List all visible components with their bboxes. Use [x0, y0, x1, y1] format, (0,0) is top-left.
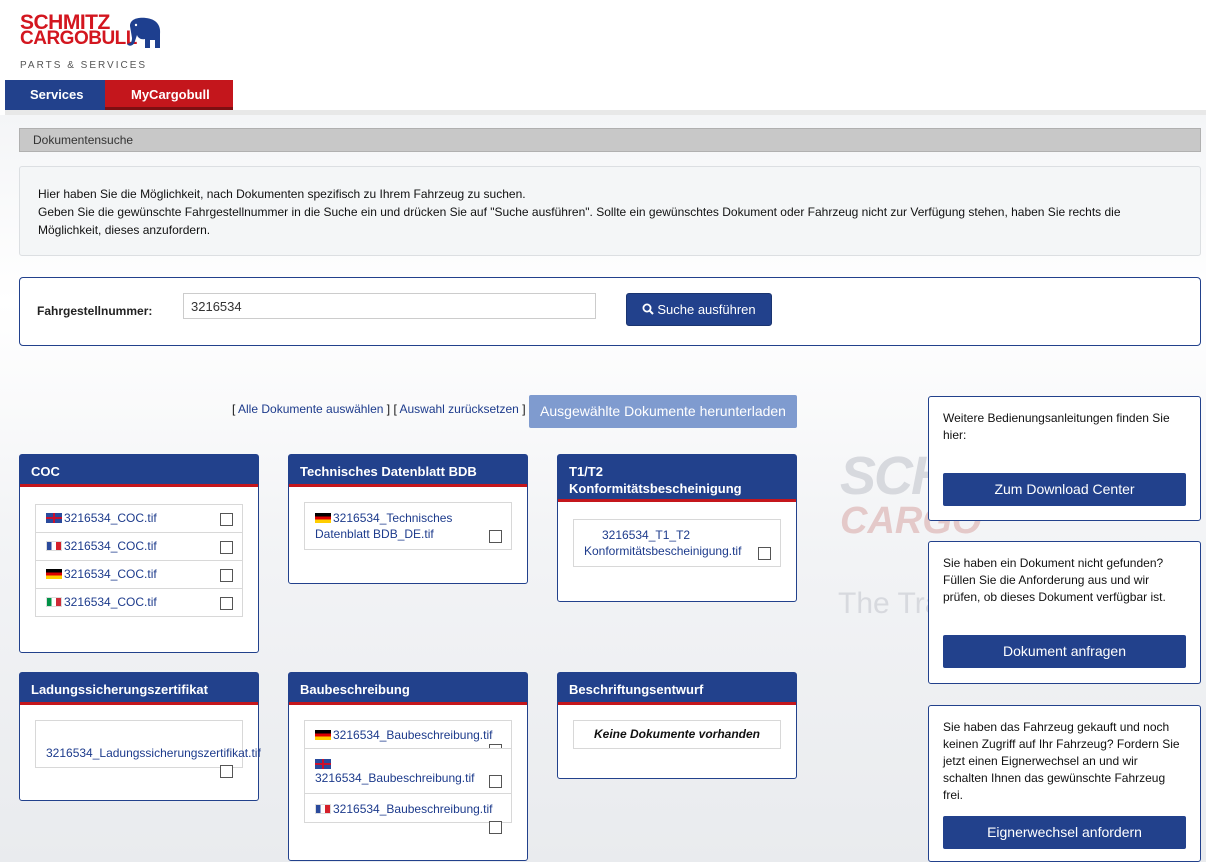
card-title-bdb: Technisches Datenblatt BDB [289, 455, 527, 487]
card-coc: COC 3216534_COC.tif 3216534_COC.tif 3216… [19, 454, 259, 653]
document-item[interactable]: 3216534_Technisches Datenblatt BDB_DE.ti… [304, 502, 512, 550]
document-checkbox[interactable] [220, 765, 233, 778]
nav-tab-mycargobull[interactable]: MyCargobull [105, 80, 233, 110]
document-link[interactable]: 3216534_Baubeschreibung.tif [333, 728, 492, 742]
selection-links: [ Alle Dokumente auswählen ] [ Auswahl z… [232, 402, 526, 416]
card-title-besch: Beschriftungsentwurf [558, 673, 796, 705]
document-checkbox[interactable] [489, 775, 502, 788]
card-title-t1t2-line2: Konformitätsbescheinigung [569, 481, 742, 496]
document-link-line2[interactable]: Konformitätsbescheinigung.tif [584, 544, 741, 558]
empty-message: Keine Dokumente vorhanden [573, 720, 781, 749]
card-title-coc: COC [20, 455, 258, 487]
uk-flag-icon [315, 759, 331, 769]
document-link[interactable]: 3216534_COC.tif [64, 539, 157, 553]
panel-title: Dokumentensuche [19, 128, 1201, 152]
request-document-button[interactable]: Dokument anfragen [943, 635, 1186, 668]
document-item[interactable]: 3216534_COC.tif [35, 560, 243, 589]
download-center-text: Weitere Bedienungsanleitungen finden Sie… [943, 411, 1170, 442]
elephant-icon [127, 17, 161, 48]
owner-change-button[interactable]: Eignerwechsel anfordern [943, 816, 1186, 849]
owner-change-text: Sie haben das Fahrzeug gekauft und noch … [943, 720, 1180, 802]
schmitz-cargobull-logo[interactable]: SCHMITZ CARGOBULL PARTS & SERVICES [20, 12, 180, 74]
document-checkbox[interactable] [220, 513, 233, 526]
document-checkbox[interactable] [489, 821, 502, 834]
logo-subline: PARTS & SERVICES [20, 60, 148, 71]
info-text-2: Geben Sie die gewünschte Fahrgestellnumm… [38, 205, 1121, 237]
card-title-t1t2: T1/T2 Konformitätsbescheinigung [558, 455, 796, 502]
document-checkbox[interactable] [220, 541, 233, 554]
document-link[interactable]: 3216534_Baubeschreibung.tif [315, 771, 474, 785]
document-item[interactable]: 3216534_COC.tif [35, 504, 243, 533]
main-nav: Services MyCargobull [0, 80, 1206, 110]
document-link[interactable]: 3216534_Baubeschreibung.tif [333, 802, 492, 816]
card-title-bau: Baubeschreibung [289, 673, 527, 705]
chassis-number-label: Fahrgestellnummer: [37, 304, 153, 318]
document-item[interactable]: 3216534_T1_T2 Konformitätsbescheinigung.… [573, 519, 781, 567]
document-link[interactable]: 3216534_Technisches [333, 511, 452, 525]
germany-flag-icon [46, 569, 62, 579]
france-flag-icon [46, 541, 62, 551]
owner-change-box: Sie haben das Fahrzeug gekauft und noch … [928, 705, 1201, 862]
logo-line2: CARGOBULL [20, 28, 137, 49]
download-center-button[interactable]: Zum Download Center [943, 473, 1186, 506]
card-title-lsz: Ladungssicherungszertifikat [20, 673, 258, 705]
search-button[interactable]: Suche ausführen [626, 293, 772, 326]
info-box: Hier haben Sie die Möglichkeit, nach Dok… [19, 166, 1201, 256]
bracket-close: ] [522, 402, 526, 416]
document-item[interactable]: 3216534_Baubeschreibung.tif [304, 748, 512, 794]
bracket-separator: ] [ [386, 402, 397, 416]
document-link[interactable]: 3216534_COC.tif [64, 567, 157, 581]
download-center-box: Weitere Bedienungsanleitungen finden Sie… [928, 396, 1201, 521]
search-button-label: Suche ausführen [657, 302, 756, 317]
germany-flag-icon [315, 730, 331, 740]
select-all-link[interactable]: Alle Dokumente auswählen [238, 402, 383, 416]
card-technical-datasheet: Technisches Datenblatt BDB 3216534_Techn… [288, 454, 528, 584]
card-load-securing-certificate: Ladungssicherungszertifikat 3216534_Ladu… [19, 672, 261, 801]
document-item[interactable]: 3216534_COC.tif [35, 532, 243, 561]
bracket-open: [ [232, 402, 236, 416]
request-document-box: Sie haben ein Dokument nicht gefunden? F… [928, 541, 1201, 684]
document-checkbox[interactable] [220, 569, 233, 582]
reset-selection-link[interactable]: Auswahl zurücksetzen [399, 402, 518, 416]
document-link-line2[interactable]: Datenblatt BDB_DE.tif [315, 527, 434, 541]
document-checkbox[interactable] [220, 597, 233, 610]
document-item[interactable]: 3216534_Baubeschreibung.tif [304, 720, 512, 757]
download-selected-button[interactable]: Ausgewählte Dokumente herunterladen [529, 395, 797, 428]
watermark-slogan: The Tra [838, 587, 942, 620]
header: SCHMITZ CARGOBULL PARTS & SERVICES [0, 0, 1206, 80]
document-link[interactable]: 3216534_COC.tif [64, 511, 157, 525]
search-icon [642, 303, 655, 315]
card-lettering-draft: Beschriftungsentwurf Keine Dokumente vor… [557, 672, 797, 779]
uk-flag-icon [46, 513, 62, 523]
france-flag-icon [315, 804, 331, 814]
nav-tab-services[interactable]: Services [5, 80, 105, 110]
document-item[interactable]: 3216534_Ladungssicherungszertifikat.tif [35, 720, 261, 778]
info-text-1: Hier haben Sie die Möglichkeit, nach Dok… [38, 187, 526, 201]
chassis-number-input[interactable] [183, 293, 596, 319]
germany-flag-icon [315, 513, 331, 523]
card-construction-description: Baubeschreibung 3216534_Baubeschreibung.… [288, 672, 528, 861]
card-t1-t2-certificate: T1/T2 Konformitätsbescheinigung 3216534_… [557, 454, 797, 602]
document-item[interactable]: 3216534_COC.tif [35, 588, 243, 617]
document-checkbox[interactable] [758, 547, 771, 560]
document-link[interactable]: 3216534_COC.tif [64, 595, 157, 609]
card-title-t1t2-line1: T1/T2 [569, 464, 603, 479]
document-link[interactable]: 3216534_T1_T2 [602, 528, 690, 542]
search-panel: Fahrgestellnummer: Suche ausführen [19, 277, 1201, 346]
italy-flag-icon [46, 597, 62, 607]
document-link[interactable]: 3216534_Ladungssicherungszertifikat.tif [46, 746, 261, 761]
request-document-text: Sie haben ein Dokument nicht gefunden? F… [943, 556, 1166, 604]
document-checkbox[interactable] [489, 530, 502, 543]
document-item[interactable]: 3216534_Baubeschreibung.tif [304, 793, 512, 834]
